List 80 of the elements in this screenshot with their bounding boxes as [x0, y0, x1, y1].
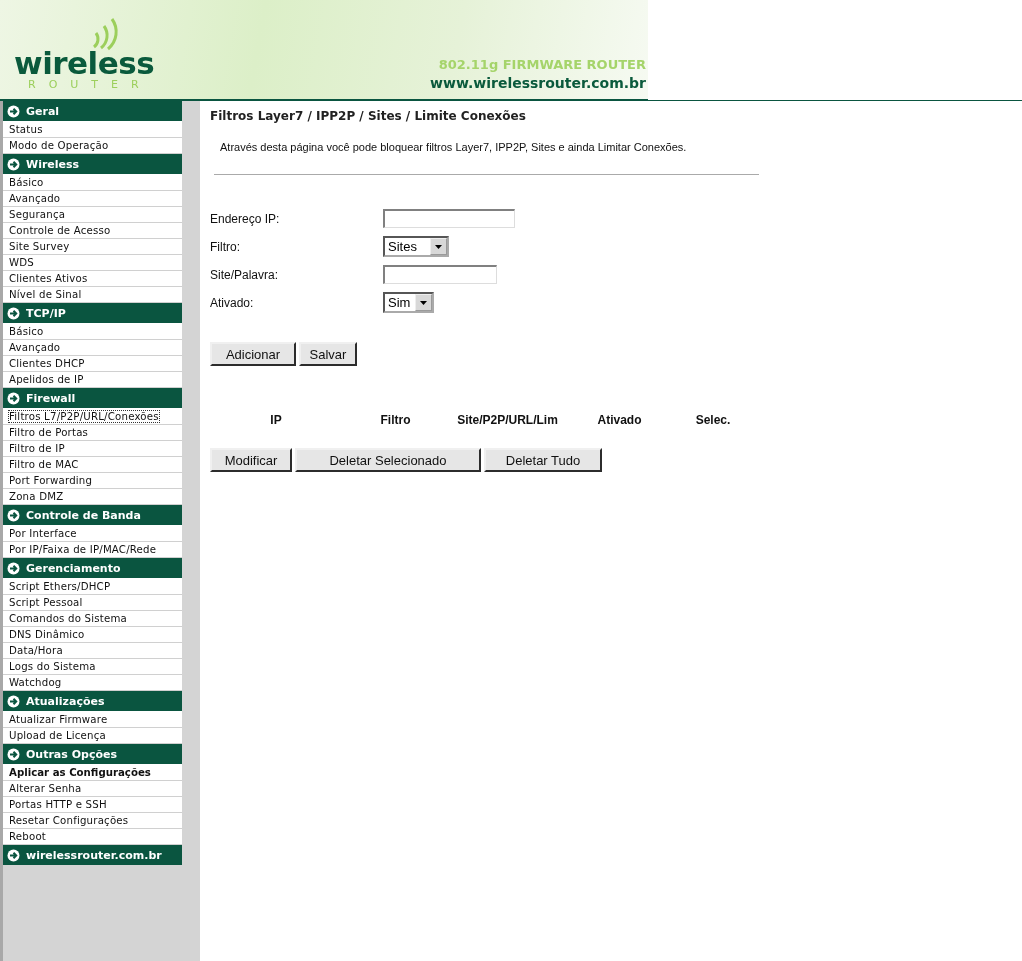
- arrow-circle-icon: [7, 391, 20, 405]
- arrow-circle-icon: [7, 306, 20, 320]
- caret-icon: [435, 244, 442, 249]
- arrow-circle-icon: [7, 508, 20, 522]
- sidebar-item[interactable]: Avançado: [9, 193, 61, 204]
- sidebar-item[interactable]: Segurança: [9, 209, 66, 220]
- sidebar-section-header[interactable]: wirelessrouter.com.br: [3, 845, 182, 865]
- sidebar-item[interactable]: Resetar Configurações: [9, 815, 129, 826]
- sidebar-section-header[interactable]: Outras Opções: [3, 744, 182, 764]
- arrow-circle-icon: [7, 157, 20, 171]
- sidebar-section-header[interactable]: Firewall: [3, 388, 182, 408]
- sidebar-item[interactable]: Status: [9, 124, 43, 135]
- column-header: IP: [269, 413, 283, 427]
- sidebar-item[interactable]: Portas HTTP e SSH: [9, 799, 107, 810]
- sidebar-item[interactable]: Data/Hora: [9, 645, 63, 656]
- sidebar-item[interactable]: Reboot: [9, 831, 46, 842]
- sidebar-item[interactable]: Site Survey: [9, 241, 70, 252]
- sidebar-item[interactable]: Filtros L7/P2P/URL/Conexões: [9, 411, 159, 422]
- logo-text: wireless: [14, 47, 155, 79]
- table-button[interactable]: Modificar: [210, 448, 292, 472]
- sidebar-item[interactable]: Filtro de MAC: [9, 459, 79, 470]
- sidebar-item[interactable]: Nível de Sinal: [9, 289, 82, 300]
- dropdown-field[interactable]: Sites: [383, 236, 449, 257]
- sidebar-section-header[interactable]: Controle de Banda: [3, 505, 182, 525]
- dropdown-field[interactable]: Sim: [383, 292, 434, 313]
- sidebar-item[interactable]: Clientes Ativos: [9, 273, 88, 284]
- form-button[interactable]: Salvar: [299, 342, 357, 366]
- column-header: Site/P2P/URL/Lim: [456, 413, 559, 427]
- sidebar-item[interactable]: Clientes DHCP: [9, 358, 85, 369]
- banner-url: www.wirelessrouter.com.br: [430, 75, 646, 91]
- sidebar-item[interactable]: Alterar Senha: [9, 783, 82, 794]
- arrow-circle-icon: [7, 561, 20, 575]
- input-field[interactable]: [383, 265, 497, 284]
- page-description: Através desta página você pode bloquear filtros Layer7, IPP2P, Sites e ainda Limitar Conexões.: [220, 141, 688, 153]
- form-button[interactable]: Adicionar: [210, 342, 296, 366]
- column-header: Selec.: [694, 413, 732, 427]
- sidebar-item[interactable]: Básico: [9, 177, 44, 188]
- sidebar-item[interactable]: Filtro de Portas: [9, 427, 89, 438]
- sidebar-item[interactable]: Zona DMZ: [9, 491, 64, 502]
- arrow-circle-icon: [7, 747, 20, 761]
- arrow-circle-icon: [7, 104, 20, 118]
- page-title: Filtros Layer7 / IPP2P / Sites / Limite Conexões: [210, 109, 527, 123]
- sidebar-item[interactable]: Upload de Licença: [9, 730, 106, 741]
- field-label: Endereço IP:: [210, 211, 281, 226]
- sidebar-item[interactable]: DNS Dinâmico: [9, 629, 85, 640]
- field-label: Ativado:: [210, 295, 255, 310]
- sidebar-item[interactable]: Script Pessoal: [9, 597, 83, 608]
- field-label: Filtro:: [210, 239, 241, 254]
- sidebar-section-header[interactable]: Geral: [3, 101, 182, 121]
- arrow-circle-icon: [7, 848, 20, 862]
- table-button[interactable]: Deletar Tudo: [484, 448, 602, 472]
- sidebar-item[interactable]: Atualizar Firmware: [9, 714, 108, 725]
- sidebar-item[interactable]: Watchdog: [9, 677, 62, 688]
- sidebar-item[interactable]: Modo de Operação: [9, 140, 109, 151]
- sidebar-item[interactable]: WDS: [9, 257, 34, 268]
- sidebar-item[interactable]: Básico: [9, 326, 44, 337]
- sidebar-item[interactable]: Por Interface: [9, 528, 77, 539]
- sidebar-section-header[interactable]: Gerenciamento: [3, 558, 182, 578]
- field-label: Site/Palavra:: [210, 267, 280, 282]
- sidebar-item[interactable]: Por IP/Faixa de IP/MAC/Rede: [9, 544, 157, 555]
- sidebar-item[interactable]: Avançado: [9, 342, 61, 353]
- table-button[interactable]: Deletar Selecionado: [295, 448, 481, 472]
- sidebar-item[interactable]: Port Forwarding: [9, 475, 93, 486]
- caret-icon: [420, 300, 427, 305]
- sidebar-item[interactable]: Apelidos de IP: [9, 374, 84, 385]
- sidebar-item[interactable]: Logs do Sistema: [9, 661, 96, 672]
- sidebar-item[interactable]: Aplicar as Configurações: [9, 767, 151, 778]
- sidebar-item[interactable]: Controle de Acesso: [9, 225, 111, 236]
- sidebar-section-header[interactable]: Wireless: [3, 154, 182, 174]
- logo-subtitle: ROUTER: [28, 79, 152, 91]
- sidebar-section-header[interactable]: TCP/IP: [3, 303, 182, 323]
- sidebar-item[interactable]: Filtro de IP: [9, 443, 65, 454]
- sidebar-item[interactable]: Comandos do Sistema: [9, 613, 127, 624]
- sidebar-item[interactable]: Script Ethers/DHCP: [9, 581, 111, 592]
- arrow-circle-icon: [7, 694, 20, 708]
- sidebar-section-header[interactable]: Atualizações: [3, 691, 182, 711]
- column-header: Filtro: [379, 413, 412, 427]
- banner-tagline: 802.11g FIRMWARE ROUTER: [437, 57, 646, 72]
- input-field[interactable]: [383, 209, 515, 228]
- column-header: Ativado: [596, 413, 643, 427]
